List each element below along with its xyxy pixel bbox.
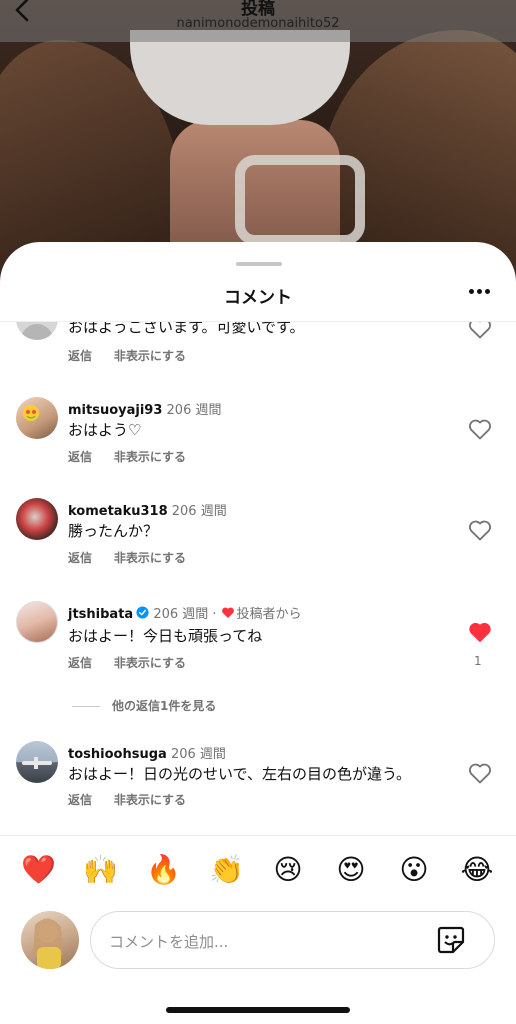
sticker-icon[interactable] — [436, 925, 466, 955]
view-replies-button[interactable]: 他の返信1件を見る — [72, 697, 216, 714]
heart-outline-icon[interactable] — [468, 418, 492, 440]
reply-button[interactable]: 返信 — [68, 793, 92, 807]
avatar[interactable] — [16, 322, 58, 340]
post-username[interactable]: nanimonodemonaihito52 — [0, 16, 516, 31]
reply-button[interactable]: 返信 — [68, 349, 92, 363]
comment-list[interactable]: おはようございます。可愛いです。 返信 非表示にする mitsuoyaji93 … — [0, 322, 516, 835]
reply-button[interactable]: 返信 — [68, 450, 92, 464]
heart-outline-icon[interactable] — [468, 762, 492, 784]
sheet-grabber[interactable] — [236, 262, 282, 266]
more-icon[interactable] — [466, 289, 492, 297]
crying-face-emoji-button[interactable]: 😢 — [271, 853, 305, 887]
comment-username[interactable]: mitsuoyaji93 — [68, 403, 162, 418]
red-heart-emoji-button[interactable]: ❤️ — [21, 853, 56, 887]
hide-button[interactable]: 非表示にする — [114, 349, 186, 363]
comment-input-placeholder: コメントを追加... — [109, 933, 229, 951]
like-count[interactable]: 1 — [474, 654, 482, 668]
fire-emoji-button[interactable]: 🔥 — [146, 853, 181, 887]
quick-reactions: ❤️ 🙌 🔥 👏 😢 😍 😮 😂 — [0, 853, 516, 893]
clapping-hands-emoji-button[interactable]: 👏 — [209, 853, 244, 887]
tears-of-joy-emoji-button[interactable]: 😂 — [460, 853, 494, 887]
comment-text: おはよう♡ — [68, 421, 142, 439]
avatar[interactable] — [16, 601, 58, 643]
sheet-title: コメント — [224, 288, 292, 308]
comment-text: おはよー！日の光のせいで、左右の目の色が違う。 — [68, 765, 412, 783]
surprised-face-emoji-button[interactable]: 😮 — [397, 853, 431, 887]
hide-button[interactable]: 非表示にする — [114, 551, 186, 565]
heart-eyes-emoji-button[interactable]: 😍 — [334, 853, 368, 887]
hide-button[interactable]: 非表示にする — [114, 450, 186, 464]
comment-input[interactable]: コメントを追加... — [90, 911, 495, 969]
avatar[interactable] — [16, 741, 58, 783]
comment-username[interactable]: toshioohsuga — [68, 747, 167, 762]
current-user-avatar — [21, 911, 79, 969]
post-header: 投稿 nanimonodemonaihito52 — [0, 0, 516, 42]
hide-button[interactable]: 非表示にする — [114, 793, 186, 807]
heart-filled-icon — [221, 607, 234, 619]
comment-time: 206 週間 — [171, 504, 227, 519]
comment-text: 勝ったんか？ — [68, 522, 159, 540]
reply-button[interactable]: 返信 — [68, 656, 92, 670]
divider — [0, 835, 516, 836]
home-indicator[interactable] — [166, 1007, 350, 1013]
comment-username[interactable]: jtshibata — [68, 607, 133, 622]
avatar[interactable] — [16, 498, 58, 540]
comment-text: おはようございます。可愛いです。 — [68, 322, 305, 336]
comment-time: 206 週間 — [166, 403, 222, 418]
comment-time: 206 週間 — [153, 607, 209, 622]
heart-filled-icon[interactable] — [468, 621, 492, 643]
comment-time: 206 週間 — [170, 747, 226, 762]
verified-icon — [136, 606, 149, 619]
hide-button[interactable]: 非表示にする — [114, 656, 186, 670]
heart-outline-icon[interactable] — [468, 322, 492, 339]
heart-outline-icon[interactable] — [468, 519, 492, 541]
author-like-label: 投稿者から — [236, 607, 302, 622]
reply-button[interactable]: 返信 — [68, 551, 92, 565]
raising-hands-emoji-button[interactable]: 🙌 — [83, 853, 118, 887]
avatar[interactable] — [16, 397, 58, 439]
comment-username[interactable]: kometaku318 — [68, 504, 168, 519]
comment-text: おはよー！今日も頑張ってね — [68, 627, 263, 645]
